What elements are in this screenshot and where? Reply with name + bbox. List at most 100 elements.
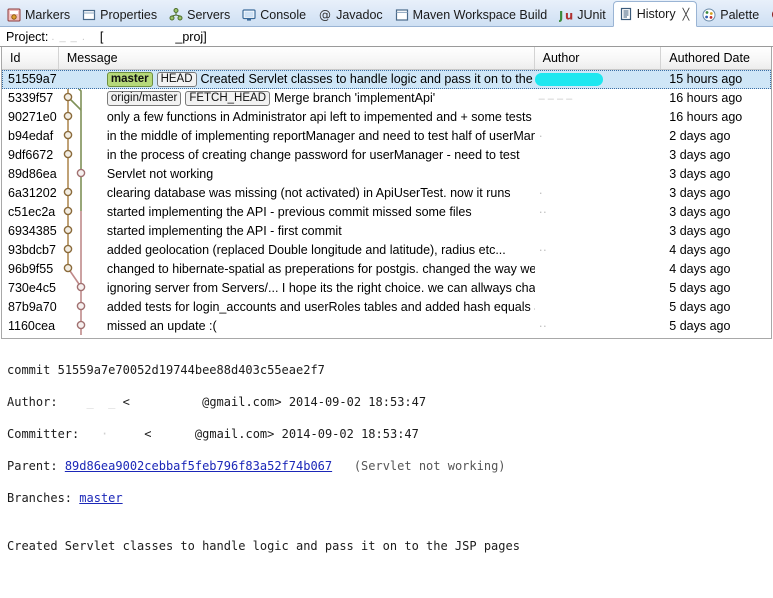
cell-id: 90271e0 (8, 110, 57, 124)
properties-icon (82, 8, 96, 22)
cell-authored-date: 4 days ago (669, 243, 731, 257)
cell-authored-date: 3 days ago (669, 224, 731, 238)
cell-message: clearing database was missing (not activ… (59, 184, 535, 203)
table-row[interactable]: 96b9f55 changed to hibernate-spatial as … (2, 260, 771, 279)
javadoc-icon: @ (318, 8, 332, 22)
branch-link-master[interactable]: master (79, 491, 122, 505)
column-header-author[interactable]: Author (535, 47, 662, 69)
table-row[interactable]: 90271e0 only a few functions in Administ… (2, 108, 771, 127)
cell-authored-date: 3 days ago (669, 148, 731, 162)
project-bar: Project: . _ _ . [ _proj] (0, 27, 773, 47)
table-row[interactable]: 5339f57 origin/master FETCH_HEAD Merge b… (2, 89, 771, 108)
detail-committer-line: Committer: · < @gmail.com> 2014-09-02 18… (7, 426, 766, 442)
cell-authored-date: 5 days ago (669, 319, 731, 333)
cell-id: 5339f57 (8, 91, 54, 105)
tab-maven-workspace-build[interactable]: Maven Workspace Build (390, 4, 555, 26)
author-redaction: – – – – (538, 93, 573, 105)
close-icon[interactable]: ╳ (683, 8, 690, 21)
detail-author-angle: < (122, 395, 130, 409)
cell-id: 9df6672 (8, 148, 54, 162)
cell-author (535, 146, 662, 165)
cell-authored-date: 5 days ago (669, 281, 731, 295)
ref-badge-remote[interactable]: origin/master (106, 91, 182, 106)
column-header-id[interactable]: Id (2, 47, 59, 69)
tab-history[interactable]: History ╳ (612, 1, 698, 27)
detail-branches-line: Branches: master (7, 490, 766, 506)
cell-authored-date: 4 days ago (669, 262, 731, 276)
cell-message: Servlet not working (59, 165, 535, 184)
cell-author (535, 298, 662, 317)
cell-message: origin/master FETCH_HEAD Merge branch 'i… (59, 89, 535, 108)
commit-message: Created Servlet classes to handle logic … (200, 72, 535, 86)
cell-id: 87b9a70 (8, 300, 57, 314)
tab-servers[interactable]: Servers (164, 4, 237, 26)
view-tab-bar: Markers Properties Servers Console @ Jav… (0, 0, 773, 27)
tab-console[interactable]: Console (237, 4, 313, 26)
column-header-message[interactable]: Message (59, 47, 535, 69)
tab-label: Palette (720, 8, 760, 22)
tab-label: JUnit (577, 8, 606, 22)
table-body: 51559a7 master HEAD Created Servlet clas… (2, 70, 771, 336)
detail-author-date: 2014-09-02 18:53:47 (288, 395, 427, 409)
cell-author: ·· (538, 319, 547, 333)
tab-label: Markers (25, 8, 71, 22)
history-icon (619, 7, 633, 21)
commit-message: started implementing the API - previous … (106, 205, 472, 219)
tab-palette[interactable]: Palette (697, 4, 766, 26)
cell-message: in the middle of implementing reportMana… (59, 127, 535, 146)
cell-author: ·· (538, 205, 547, 219)
table-row[interactable]: 51559a7 master HEAD Created Servlet clas… (2, 70, 771, 89)
table-row[interactable]: 1160cea missed an update :( ·· 5 days ag… (2, 317, 771, 336)
cell-message: added tests for login_accounts and userR… (59, 298, 535, 317)
tab-javadoc[interactable]: @ Javadoc (313, 4, 390, 26)
column-header-authored-date[interactable]: Authored Date (661, 47, 771, 69)
tab-junit[interactable]: J u JUnit (554, 4, 612, 26)
detail-parent-subject: (Servlet not working) (353, 459, 506, 473)
ref-badge-head[interactable]: HEAD (156, 72, 197, 87)
parent-sha-link[interactable]: 89d86ea9002cebbaf5feb796f83a52f74b067 (65, 459, 332, 473)
cell-message: started implementing the API - previous … (59, 203, 535, 222)
cell-author: – – – – (535, 89, 662, 108)
svg-text:u: u (565, 9, 573, 23)
commit-message: ignoring server from Servers/... I hope … (106, 281, 535, 295)
cell-message: added geolocation (replaced Double longi… (59, 241, 535, 260)
table-row[interactable]: c51ec2a started implementing the API - p… (2, 203, 771, 222)
detail-author-redacted: _ _ (86, 395, 116, 409)
table-row[interactable]: b94edaf in the middle of implementing re… (2, 127, 771, 146)
table-row[interactable]: 87b9a70 added tests for login_accounts a… (2, 298, 771, 317)
detail-author-label: Author: (7, 395, 58, 409)
table-row[interactable]: 6a31202 clearing database was missing (n… (2, 184, 771, 203)
svg-text:@: @ (319, 8, 331, 22)
tab-markers[interactable]: Markers (2, 4, 77, 26)
table-row[interactable]: 89d86ea Servlet not working 3 days ago (2, 165, 771, 184)
cell-authored-date: 3 days ago (669, 205, 731, 219)
detail-committer-date: 2014-09-02 18:53:47 (281, 427, 419, 441)
cell-author (535, 260, 662, 279)
commit-message: added geolocation (replaced Double longi… (106, 243, 506, 257)
table-row[interactable]: 9df6672 in the process of creating chang… (2, 146, 771, 165)
cell-id: 93bdcb7 (8, 243, 56, 257)
detail-committer-label: Committer: (7, 427, 80, 441)
table-row[interactable]: 93bdcb7 added geolocation (replaced Doub… (2, 241, 771, 260)
detail-commit-sha: 51559a7e70052d19744bee88d403c55eae2f7 (57, 363, 325, 377)
commit-message: Merge branch 'implementApi' (274, 91, 436, 105)
cell-id: 730e4c5 (8, 281, 56, 295)
tab-error-log[interactable] (766, 4, 773, 26)
commit-message: changed to hibernate-spatial as preperat… (106, 262, 535, 276)
table-row[interactable]: 730e4c5 ignoring server from Servers/...… (2, 279, 771, 298)
table-row[interactable]: 6934385 started implementing the API - f… (2, 222, 771, 241)
cell-author: · (538, 129, 543, 143)
project-suffix: _proj] (175, 29, 207, 44)
cell-id: b94edaf (8, 129, 54, 143)
cell-message: only a few functions in Administrator ap… (59, 108, 535, 127)
cell-authored-date: 3 days ago (669, 167, 731, 181)
cell-authored-date: 5 days ago (669, 300, 731, 314)
cell-id: c51ec2a (8, 205, 56, 219)
detail-commit-line: commit 51559a7e70052d19744bee88d403c55ea… (7, 362, 766, 378)
ref-badge-branch[interactable]: master (106, 72, 153, 87)
cell-authored-date: 15 hours ago (669, 72, 743, 86)
ref-badge-fetch-head[interactable]: FETCH_HEAD (185, 91, 271, 106)
palette-icon (702, 8, 716, 22)
tab-properties[interactable]: Properties (77, 4, 164, 26)
commit-message: clearing database was missing (not activ… (106, 186, 511, 200)
